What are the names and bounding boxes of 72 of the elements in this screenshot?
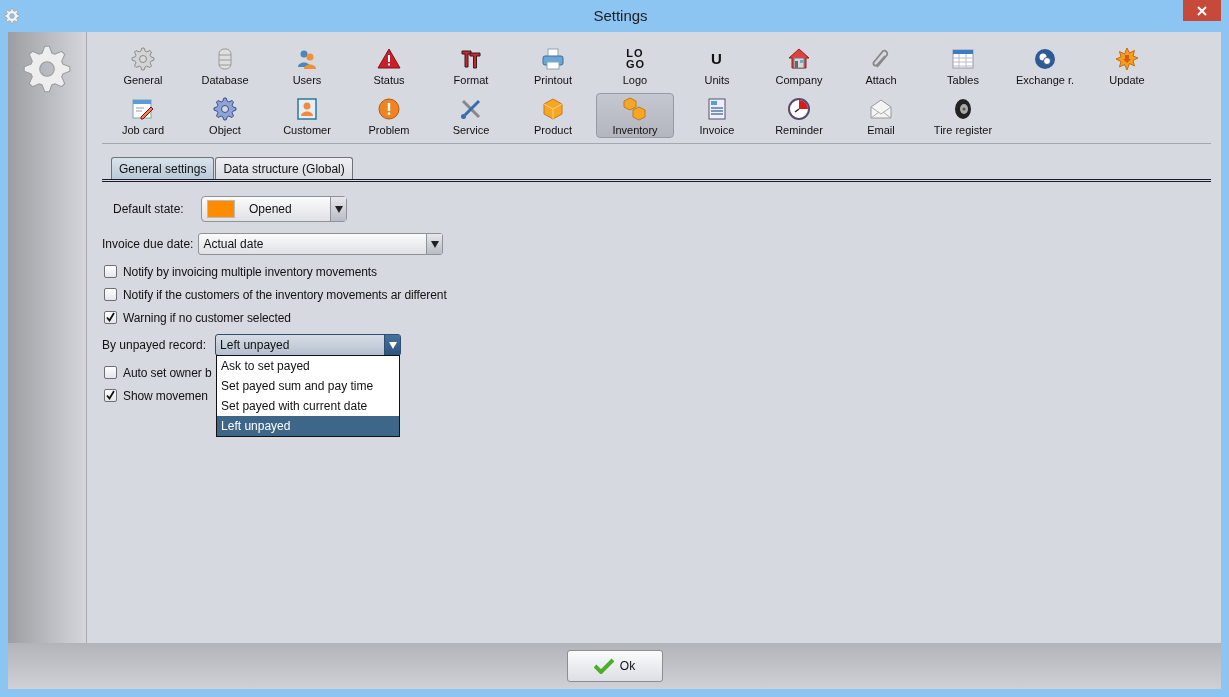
checkbox[interactable]: [104, 288, 117, 301]
field-label: Invoice due date:: [102, 237, 194, 251]
toolbar-item[interactable]: Inventory: [596, 93, 674, 138]
tab[interactable]: Data structure (Global): [215, 157, 353, 179]
dropdown-option[interactable]: Left unpayed: [217, 416, 400, 436]
icon-text: LO GO: [626, 47, 644, 70]
toolbar-item[interactable]: Status: [350, 43, 428, 88]
boxes-icon: [623, 96, 647, 121]
toolbar-item[interactable]: Product: [514, 93, 592, 138]
toolbar-item[interactable]: U Units: [678, 43, 756, 88]
toolbar-item[interactable]: Reminder: [760, 93, 838, 138]
update-icon: [1115, 46, 1139, 71]
toolbar-item[interactable]: Invoice: [678, 93, 756, 138]
ok-button[interactable]: Ok: [566, 650, 663, 682]
checkbox-label: Show movemen: [123, 388, 208, 403]
caret-icon: [430, 240, 439, 248]
toolbar-item[interactable]: Update: [1088, 43, 1166, 88]
toolbar-item[interactable]: Tables: [924, 43, 1002, 88]
caret-icon: [388, 341, 397, 349]
toolbar-item[interactable]: Printout: [514, 43, 592, 88]
field-label: By unpayed record:: [102, 338, 207, 352]
dropdown-option[interactable]: Set payed with current date: [217, 396, 400, 416]
icon-text: U: [710, 51, 724, 66]
table-icon: [951, 46, 975, 71]
document-pen-icon: [131, 96, 155, 121]
printer-icon: [541, 46, 565, 71]
toolbar-item[interactable]: Format: [432, 43, 510, 88]
close-button[interactable]: [1183, 0, 1221, 21]
toolbar-item[interactable]: Tire register: [924, 93, 1002, 138]
toolbar-item[interactable]: Service: [432, 93, 510, 138]
clock-icon: [787, 96, 811, 121]
box-icon: [541, 96, 565, 121]
toolbar-item[interactable]: Attach: [842, 43, 920, 88]
checkbox-label: Warning if no customer selected: [123, 310, 291, 325]
caret-icon: [334, 205, 343, 213]
gear-icon: [22, 44, 72, 94]
toolbar-item[interactable]: Object: [186, 93, 264, 138]
gear-icon: [4, 8, 20, 24]
checkbox[interactable]: [104, 311, 117, 324]
dropdown-option[interactable]: Ask to set payed: [217, 356, 400, 376]
gear-icon: [213, 96, 237, 121]
dropdown[interactable]: Opened: [201, 196, 347, 222]
exclamation-icon: [377, 96, 401, 121]
checkbox-label: Notify if the customers of the inventory movements ar different: [123, 287, 447, 302]
checkbox-label: Notify by invoicing multiple inventory movements: [123, 264, 377, 279]
toolbar-item[interactable]: Users: [268, 43, 346, 88]
checkbox[interactable]: [104, 366, 117, 379]
tab[interactable]: General settings: [111, 157, 215, 179]
warning-icon: [377, 46, 401, 71]
dropdown-option[interactable]: Set payed sum and pay time: [217, 376, 400, 396]
toolbar-item[interactable]: Problem: [350, 93, 428, 138]
dropdown[interactable]: Actual date: [198, 233, 444, 255]
toolbar-item[interactable]: General: [104, 43, 182, 88]
document-icon: [705, 96, 729, 121]
toolbar-item[interactable]: Job card: [104, 93, 182, 138]
close-icon: [1197, 5, 1207, 16]
window-title: Settings: [593, 6, 648, 24]
checkbox-label: Auto set owner b: [123, 365, 212, 380]
toolbar-item[interactable]: Email: [842, 93, 920, 138]
toolbar-item[interactable]: LO GO Logo: [596, 43, 674, 88]
portrait-icon: [295, 96, 319, 121]
toolbar-item[interactable]: Database: [186, 43, 264, 88]
toolbar-item[interactable]: Company: [760, 43, 838, 88]
checkbox[interactable]: [104, 265, 117, 278]
exchange-icon: [1033, 46, 1057, 71]
checkbox[interactable]: [104, 389, 117, 402]
gear-icon: [131, 46, 155, 71]
field-label: Default state:: [113, 202, 185, 216]
house-icon: [787, 46, 811, 71]
toolbar-item[interactable]: Customer: [268, 93, 346, 138]
toolbar-item[interactable]: Exchange r.: [1006, 43, 1084, 88]
checkmark-icon: [593, 658, 614, 674]
